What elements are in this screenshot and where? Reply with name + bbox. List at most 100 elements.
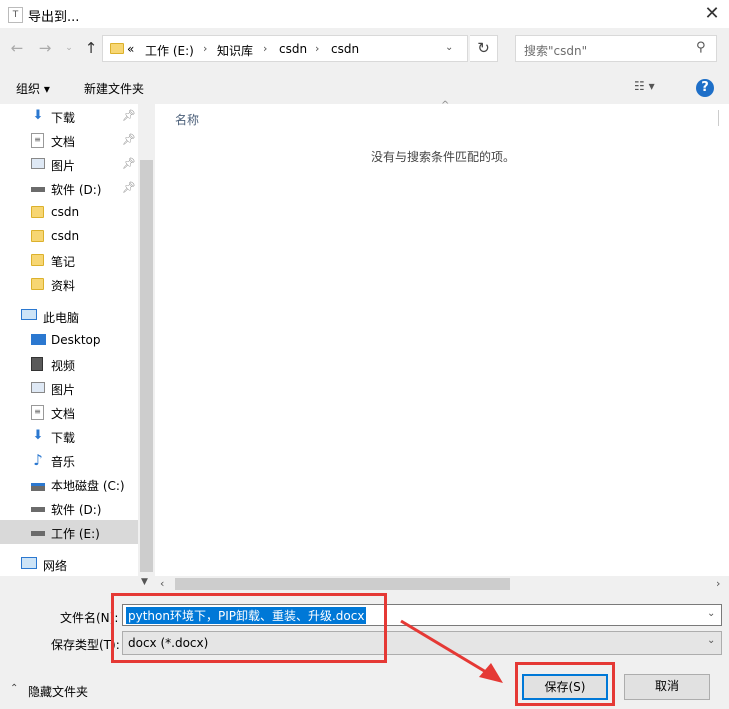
picture-icon [31, 158, 45, 169]
download-arrow-icon: ⬇ [32, 108, 44, 123]
pin-icon[interactable]: 📌︎ [122, 133, 136, 146]
nav-item-drive-d-pc[interactable]: 软件 (D:) [0, 496, 138, 520]
nav-item-drive-c[interactable]: 本地磁盘 (C:) [0, 472, 138, 496]
refresh-icon[interactable]: ↻ [470, 35, 498, 62]
nav-item-documents-pc[interactable]: ≡ 文档 [0, 400, 138, 424]
nav-item-label: 本地磁盘 (C:) [51, 479, 125, 493]
breadcrumb-separator[interactable]: › [263, 42, 267, 55]
cancel-button[interactable]: 取消 [624, 674, 710, 700]
new-folder-button[interactable]: 新建文件夹 [84, 80, 144, 97]
nav-item-label: 资料 [51, 279, 76, 293]
nav-item-downloads[interactable]: ⬇ 下载 📌︎ [0, 104, 138, 128]
nav-item-videos[interactable]: 视频 [0, 352, 138, 376]
annotation-highlight-save [515, 662, 615, 706]
drive-icon [31, 507, 45, 512]
address-dropdown-chevron-icon[interactable]: ⌄ [445, 42, 453, 53]
nav-item-label: 下载 [51, 431, 76, 445]
search-input[interactable]: 搜索"csdn" ⚲ [515, 35, 717, 62]
nav-item-label: 此电脑 [43, 311, 80, 325]
nav-item-label: 视频 [51, 359, 76, 373]
column-header-name[interactable]: 名称 [175, 111, 199, 128]
system-drive-icon [31, 483, 45, 491]
nav-item-label: csdn [51, 205, 80, 219]
window-title: 导出到... [28, 10, 80, 25]
nav-item-drive-e-selected[interactable]: 工作 (E:) [0, 520, 138, 544]
nav-item-label: 下载 [51, 111, 76, 125]
nav-scrollbar-thumb[interactable] [140, 160, 153, 572]
nav-item-downloads-pc[interactable]: ⬇ 下载 [0, 424, 138, 448]
breadcrumb-csdn[interactable]: csdn [279, 42, 307, 56]
scroll-left-arrow-icon[interactable]: ‹ [160, 577, 164, 590]
scroll-down-arrow-icon[interactable]: ▼ [141, 577, 148, 587]
navigation-pane: ⬇ 下载 📌︎ ≡ 文档 📌︎ 图片 📌︎ 软件 (D:) 📌︎ csdn cs… [0, 104, 138, 576]
nav-item-documents[interactable]: ≡ 文档 📌︎ [0, 128, 138, 152]
title-bar [0, 0, 729, 28]
nav-item-pictures-pc[interactable]: 图片 [0, 376, 138, 400]
nav-item-materials[interactable]: 资料 [0, 272, 138, 296]
download-arrow-icon: ⬇ [32, 428, 44, 443]
network-icon [21, 557, 37, 569]
nav-item-label: 图片 [51, 383, 76, 397]
back-arrow-icon[interactable]: ← [8, 39, 26, 57]
filename-dropdown-chevron-icon[interactable]: ⌄ [707, 608, 715, 619]
search-icon[interactable]: ⚲ [696, 40, 706, 55]
pin-icon[interactable]: 📌︎ [122, 109, 136, 122]
nav-item-drive-d[interactable]: 软件 (D:) 📌︎ [0, 176, 138, 200]
breadcrumb-separator[interactable]: › [315, 42, 319, 55]
scroll-right-arrow-icon[interactable]: › [716, 577, 720, 590]
hide-folders-chevron-icon[interactable]: ⌃ [10, 683, 18, 694]
nav-item-label: Desktop [51, 333, 101, 347]
annotation-arrow [400, 619, 503, 683]
nav-item-label: 音乐 [51, 455, 76, 469]
nav-item-label: 工作 (E:) [51, 527, 100, 541]
folder-icon [31, 278, 44, 290]
computer-icon [21, 309, 37, 320]
folder-icon [31, 206, 44, 218]
forward-arrow-icon[interactable]: → [36, 39, 54, 57]
nav-item-notes[interactable]: 笔记 [0, 248, 138, 272]
filetype-dropdown-chevron-icon[interactable]: ⌄ [707, 635, 715, 646]
nav-item-desktop[interactable]: Desktop [0, 328, 138, 352]
breadcrumb-csdn-current[interactable]: csdn [331, 42, 359, 56]
close-icon[interactable]: ✕ [700, 2, 724, 26]
horizontal-scrollbar-thumb[interactable] [175, 578, 510, 590]
app-icon: T [8, 7, 23, 23]
filetype-label: 保存类型(T): [51, 638, 120, 652]
nav-item-csdn[interactable]: csdn [0, 224, 138, 248]
search-placeholder: 搜索"csdn" [524, 44, 588, 58]
nav-item-label: 网络 [43, 559, 68, 573]
nav-item-network[interactable]: 网络 [0, 552, 138, 576]
music-icon: ♪ [33, 451, 43, 469]
empty-message: 没有与搜索条件匹配的项。 [371, 150, 516, 164]
annotation-highlight-filename [111, 593, 387, 663]
organize-menu-button[interactable]: 组织 ▾ [16, 80, 50, 97]
nav-item-label: 软件 (D:) [51, 183, 102, 197]
hide-folders-toggle[interactable]: 隐藏文件夹 [28, 683, 88, 700]
up-arrow-icon[interactable]: ↑ [82, 39, 100, 57]
nav-item-label: csdn [51, 229, 80, 243]
address-bar[interactable]: « 工作 (E:) › 知识库 › csdn › csdn ⌄ [102, 35, 468, 62]
recent-locations-chevron-icon[interactable]: ⌄ [60, 39, 78, 57]
pin-icon[interactable]: 📌︎ [122, 157, 136, 170]
help-icon[interactable]: ? [696, 79, 714, 97]
picture-icon [31, 382, 45, 393]
nav-item-label: 软件 (D:) [51, 503, 102, 517]
desktop-icon [31, 334, 46, 345]
breadcrumb-drive-e[interactable]: 工作 (E:) [145, 42, 194, 59]
nav-item-pictures[interactable]: 图片 📌︎ [0, 152, 138, 176]
file-list[interactable]: ^ 名称 没有与搜索条件匹配的项。 [155, 100, 729, 576]
breadcrumb-overflow[interactable]: « [127, 42, 134, 56]
breadcrumb-separator[interactable]: › [203, 42, 207, 55]
nav-item-csdn[interactable]: csdn [0, 200, 138, 224]
nav-item-music[interactable]: ♪ 音乐 [0, 448, 138, 472]
nav-item-this-pc[interactable]: 此电脑 [0, 304, 138, 328]
column-divider[interactable] [718, 110, 719, 126]
document-icon: ≡ [31, 133, 44, 148]
breadcrumb-knowledge-base[interactable]: 知识库 [217, 42, 253, 59]
drive-icon [31, 187, 45, 192]
nav-item-label: 图片 [51, 159, 76, 173]
folder-icon [110, 43, 124, 54]
view-options-icon[interactable]: ☷ ▾ [634, 79, 655, 93]
folder-icon [31, 254, 44, 266]
pin-icon[interactable]: 📌︎ [122, 181, 136, 194]
